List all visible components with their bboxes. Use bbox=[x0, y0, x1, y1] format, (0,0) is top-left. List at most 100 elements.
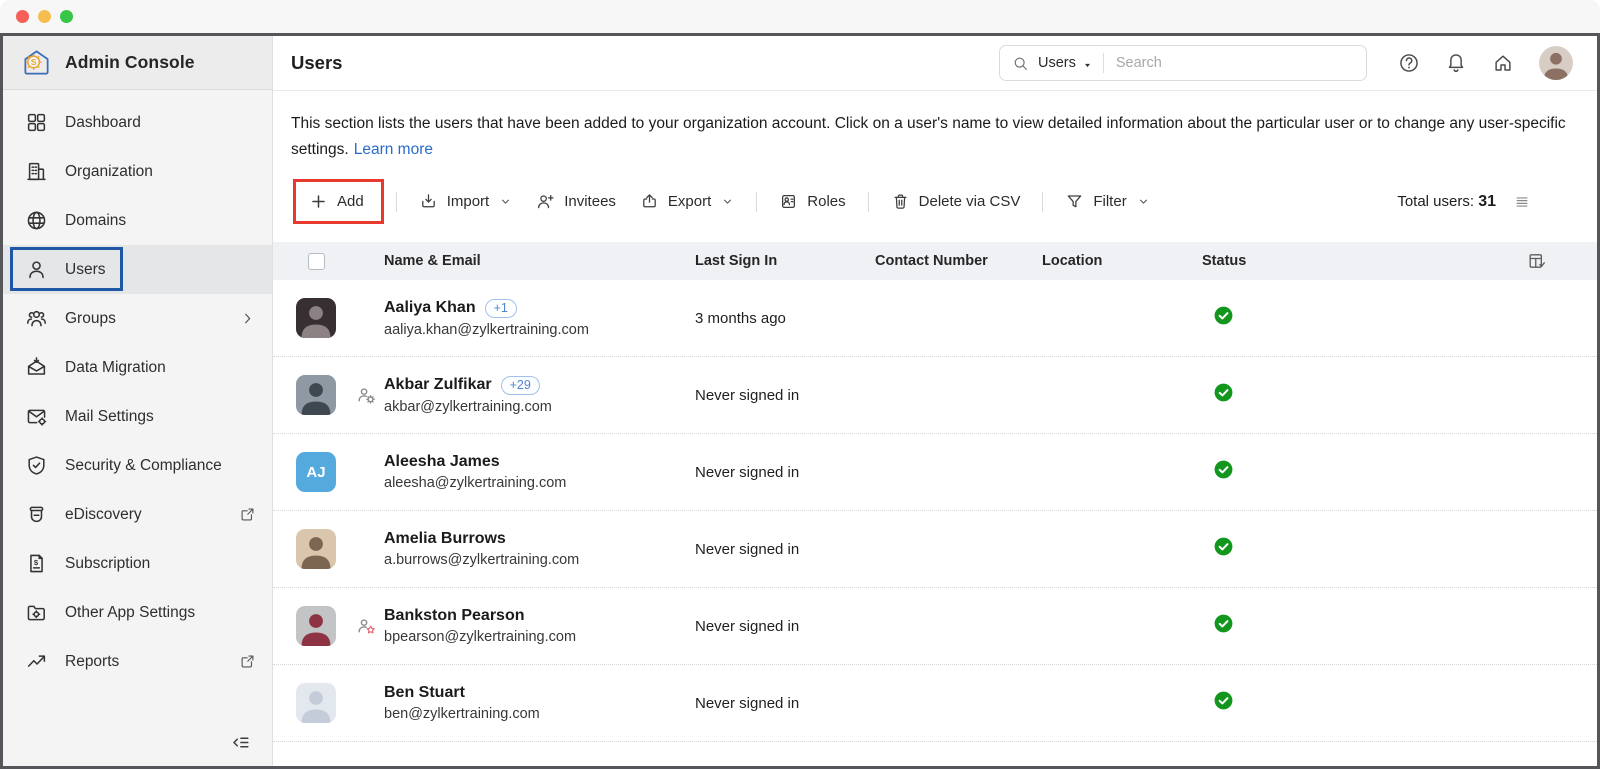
table-header: Name & Email Last Sign In Contact Number… bbox=[273, 242, 1597, 280]
close-button[interactable] bbox=[16, 10, 29, 23]
status-active-icon bbox=[1213, 459, 1234, 480]
section-description-text: This section lists the users that have b… bbox=[291, 115, 1566, 158]
sidebar-item-domains[interactable]: Domains bbox=[3, 196, 272, 245]
column-header-last-sign-in: Last Sign In bbox=[695, 253, 778, 269]
column-settings-icon[interactable] bbox=[1527, 251, 1547, 271]
home-icon[interactable] bbox=[1492, 52, 1514, 74]
svg-text:S: S bbox=[31, 57, 37, 67]
user-name-link[interactable]: Ben Stuart bbox=[384, 684, 465, 702]
user-avatar-photo bbox=[296, 375, 336, 415]
search-divider bbox=[1102, 53, 1104, 73]
trash-icon bbox=[891, 192, 910, 211]
list-view-icon[interactable] bbox=[1513, 193, 1531, 211]
user-name-link[interactable]: Bankston Pearson bbox=[384, 607, 524, 625]
sidebar-item-groups[interactable]: Groups bbox=[3, 294, 272, 343]
status-active-icon bbox=[1213, 613, 1234, 634]
learn-more-link[interactable]: Learn more bbox=[354, 141, 433, 158]
sidebar-item-ediscovery[interactable]: eDiscovery bbox=[3, 490, 272, 539]
other-apps-icon bbox=[25, 601, 48, 624]
user-name-link[interactable]: Akbar Zulfikar bbox=[384, 376, 492, 394]
column-header-name-email: Name & Email bbox=[384, 253, 481, 269]
alias-count-badge[interactable]: +1 bbox=[484, 298, 517, 318]
total-users-count: Total users: 31 bbox=[1397, 192, 1496, 210]
plus-icon bbox=[309, 192, 328, 211]
toolbar-divider bbox=[867, 191, 869, 212]
status-active-icon bbox=[1213, 382, 1234, 403]
app-window: S Admin Console Dashboard Organization D… bbox=[0, 0, 1600, 769]
invitees-icon bbox=[536, 192, 555, 211]
page-title: Users bbox=[291, 52, 343, 73]
user-name-link[interactable]: Aleesha James bbox=[384, 453, 500, 471]
select-all-checkbox[interactable] bbox=[308, 252, 325, 270]
table-row[interactable]: Ben Stuart ben@zylkertraining.com Never … bbox=[273, 665, 1597, 742]
invitees-button[interactable]: Invitees bbox=[534, 188, 618, 215]
user-name-link[interactable]: Aaliya Khan bbox=[384, 299, 476, 317]
sidebar-item-security-compliance[interactable]: Security & Compliance bbox=[3, 441, 272, 490]
column-header-location: Location bbox=[1042, 253, 1103, 269]
topbar: Users Users bbox=[273, 36, 1597, 91]
sidebar-item-dashboard[interactable]: Dashboard bbox=[3, 98, 272, 147]
sidebar-item-other-app-settings[interactable]: Other App Settings bbox=[3, 588, 272, 637]
minimize-button[interactable] bbox=[38, 10, 51, 23]
sidebar-item-reports[interactable]: Reports bbox=[3, 637, 272, 686]
sidebar-item-data-migration[interactable]: Data Migration bbox=[3, 343, 272, 392]
sidebar-item-subscription[interactable]: $ Subscription bbox=[3, 539, 272, 588]
macos-titlebar bbox=[0, 0, 1600, 33]
add-button-annotation-box: Add bbox=[293, 179, 384, 224]
chevron-down-icon bbox=[1137, 195, 1150, 208]
help-icon[interactable] bbox=[1398, 52, 1420, 74]
toolbar-divider bbox=[395, 191, 397, 212]
bell-icon[interactable] bbox=[1445, 52, 1467, 74]
delete-via-csv-button[interactable]: Delete via CSV bbox=[889, 188, 1023, 215]
user-email: akbar@zylkertraining.com bbox=[384, 398, 552, 415]
search-box[interactable]: Users bbox=[999, 45, 1367, 81]
user-email: aleesha@zylkertraining.com bbox=[384, 475, 567, 491]
table-row[interactable]: Bankston Pearson bpearson@zylkertraining… bbox=[273, 588, 1597, 665]
chevron-down-icon bbox=[499, 195, 512, 208]
table-row[interactable]: Akbar Zulfikar +29 akbar@zylkertraining.… bbox=[273, 357, 1597, 434]
column-header-contact-number: Contact Number bbox=[875, 253, 988, 269]
chevron-right-icon bbox=[239, 310, 256, 327]
brand-title: Admin Console bbox=[65, 52, 195, 72]
import-button[interactable]: Import bbox=[417, 188, 515, 215]
external-link-icon bbox=[239, 506, 256, 523]
external-link-icon bbox=[239, 653, 256, 670]
admin-console-logo-icon: S bbox=[21, 47, 52, 78]
user-email: aaliya.khan@zylkertraining.com bbox=[384, 321, 589, 338]
column-header-status: Status bbox=[1202, 253, 1247, 269]
user-avatar-photo bbox=[296, 606, 336, 646]
filter-button[interactable]: Filter bbox=[1063, 188, 1151, 215]
super-admin-icon bbox=[356, 385, 377, 406]
sidebar-collapse-icon[interactable] bbox=[229, 731, 252, 754]
roles-icon bbox=[779, 192, 798, 211]
table-row[interactable]: AJ Aleesha James aleesha@zylkertraining.… bbox=[273, 434, 1597, 511]
sidebar-item-mail-settings[interactable]: Mail Settings bbox=[3, 392, 272, 441]
user-email: bpearson@zylkertraining.com bbox=[384, 629, 577, 645]
user-avatar-initials: AJ bbox=[296, 452, 336, 492]
export-button[interactable]: Export bbox=[638, 188, 736, 215]
table-row[interactable]: Aaliya Khan +1 aaliya.khan@zylkertrainin… bbox=[273, 280, 1597, 357]
sidebar-item-organization[interactable]: Organization bbox=[3, 147, 272, 196]
user-email: a.burrows@zylkertraining.com bbox=[384, 552, 580, 568]
status-active-icon bbox=[1213, 690, 1234, 711]
search-input[interactable] bbox=[1115, 55, 1356, 71]
last-sign-in: Never signed in bbox=[695, 463, 800, 481]
account-avatar[interactable] bbox=[1539, 46, 1573, 80]
sidebar-item-users[interactable]: Users bbox=[3, 245, 272, 294]
brand-header: S Admin Console bbox=[3, 36, 272, 90]
alias-count-badge[interactable]: +29 bbox=[500, 375, 540, 395]
export-icon bbox=[640, 192, 659, 211]
dashboard-icon bbox=[25, 111, 48, 134]
last-sign-in: 3 months ago bbox=[695, 309, 786, 327]
zoom-button[interactable] bbox=[60, 10, 73, 23]
search-scope-dropdown[interactable]: Users bbox=[1038, 55, 1093, 71]
toolbar: Add Import Invitees Export Roles Delete … bbox=[273, 163, 1597, 224]
add-button[interactable]: Add bbox=[307, 188, 366, 215]
table-row[interactable]: Amelia Burrows a.burrows@zylkertraining.… bbox=[273, 511, 1597, 588]
roles-button[interactable]: Roles bbox=[777, 188, 847, 215]
last-sign-in: Never signed in bbox=[695, 386, 800, 404]
user-avatar-placeholder bbox=[296, 683, 336, 723]
user-name-link[interactable]: Amelia Burrows bbox=[384, 530, 506, 548]
section-description: This section lists the users that have b… bbox=[273, 91, 1597, 163]
svg-text:$: $ bbox=[34, 558, 39, 567]
